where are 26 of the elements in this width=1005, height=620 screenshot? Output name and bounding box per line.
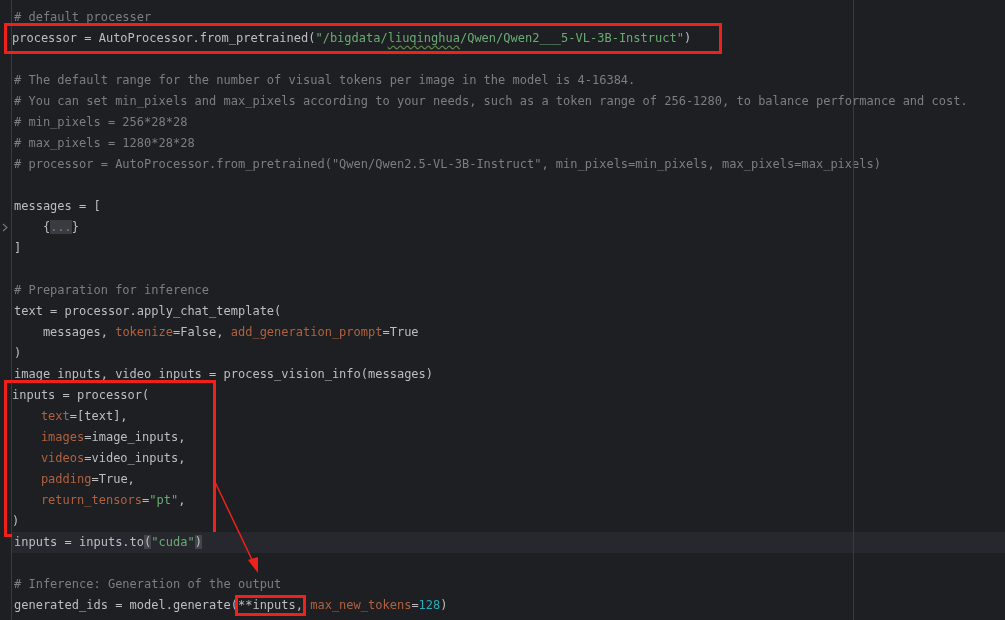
code-line: text=[text], [39, 408, 128, 425]
code-text: max_new_tokens=128) [309, 597, 448, 614]
code-line: return_tensors="pt", [39, 492, 186, 509]
code-line: # min_pixels = 256*28*28 [13, 114, 188, 131]
code-line: image_inputs, video_inputs = process_vision_info(messages) [13, 366, 434, 383]
code-line: messages = [ [13, 198, 101, 215]
expand-chevron-icon[interactable] [2, 223, 8, 232]
code-line: text = processor.apply_chat_template( [13, 303, 282, 320]
code-line: inputs = processor( [11, 387, 150, 404]
code-line: {...} [41, 219, 80, 236]
highlight-box: **inputs, [234, 595, 306, 616]
code-line: # Inference: Generation of the output [13, 576, 282, 593]
code-line: images=image_inputs, [39, 429, 186, 446]
code-line: # max_pixels = 1280*28*28 [13, 135, 195, 152]
code-line: # The default range for the number of visual tokens per image in the model is 4-16384. [13, 72, 636, 89]
code-line: processor = AutoProcessor.from_pretrained("/bigdata/liuqinghua/Qwen/Qwen2___5-VL-3B-Instruct") [11, 30, 692, 47]
code-line: # Preparation for inference [13, 282, 210, 299]
code-line: padding=True, [39, 471, 135, 488]
code-line: videos=video_inputs, [39, 450, 186, 467]
code-line: ] [13, 240, 22, 257]
code-line: messages, tokenize=False, add_generation_prompt=True [41, 324, 419, 341]
code-line: ) [13, 345, 22, 362]
code-line: # default processer [13, 9, 152, 28]
code-line: # processor = AutoProcessor.from_pretrained("Qwen/Qwen2.5-VL-3B-Instruct", min_pixels=min_pixels, max_pixels=max_pixels) [13, 156, 881, 173]
code-line: ) [11, 513, 20, 530]
code-line: # You can set min_pixels and max_pixels according to your needs, such as a token range of 256-1280, to balance performance and cost. [13, 93, 968, 110]
